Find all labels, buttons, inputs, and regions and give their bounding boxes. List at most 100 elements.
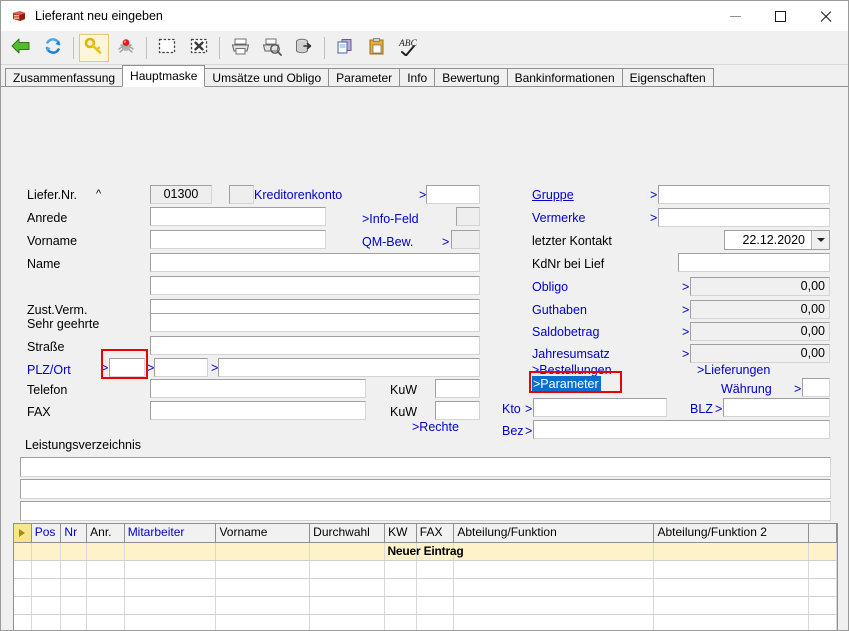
- tab-hauptmaske[interactable]: Hauptmaske: [122, 65, 205, 87]
- bez-expand-icon[interactable]: >: [525, 423, 532, 440]
- tab-eigenschaften[interactable]: Eigenschaften: [622, 68, 714, 87]
- fax-input[interactable]: [150, 401, 366, 420]
- telefon-input[interactable]: [150, 379, 366, 398]
- gruppe-expand-icon[interactable]: >: [650, 187, 657, 204]
- col-vorname[interactable]: Vorname: [216, 524, 310, 542]
- kdnr-bei-lief-input[interactable]: [678, 253, 830, 272]
- qm-bew-input[interactable]: [451, 230, 480, 249]
- maximize-button[interactable]: [758, 1, 803, 31]
- parameter-link[interactable]: >Parameter: [532, 376, 601, 392]
- blz-input[interactable]: [723, 398, 830, 417]
- kreditorenkonto-label[interactable]: Kreditorenkonto: [254, 187, 342, 204]
- spellcheck-button[interactable]: ABC: [394, 34, 424, 62]
- obligo-expand-icon[interactable]: >: [682, 279, 689, 296]
- key-button[interactable]: [79, 34, 109, 62]
- anrede-input[interactable]: [150, 207, 326, 226]
- name-input[interactable]: [150, 253, 480, 272]
- leistungsverzeichnis-line-3[interactable]: [20, 501, 831, 521]
- col-spare[interactable]: [809, 524, 837, 542]
- info-feld-input[interactable]: [456, 207, 480, 226]
- saldobetrag-label[interactable]: Saldobetrag: [532, 324, 599, 341]
- strasse-input[interactable]: [150, 336, 480, 355]
- sehr-geehrte-label: Sehr geehrte: [27, 316, 99, 333]
- jahresumsatz-label[interactable]: Jahresumsatz: [532, 346, 610, 363]
- col-durchwahl[interactable]: Durchwahl: [310, 524, 385, 542]
- close-button[interactable]: [803, 1, 848, 31]
- print-button[interactable]: [225, 34, 255, 62]
- paste-button[interactable]: [362, 34, 392, 62]
- parameter-link-wrap[interactable]: >Parameter: [532, 376, 601, 392]
- col-kw[interactable]: KW: [385, 524, 417, 542]
- waehrung-input[interactable]: [802, 378, 830, 397]
- tab-bankinformationen[interactable]: Bankinformationen: [507, 68, 623, 87]
- bez-input[interactable]: [533, 420, 830, 439]
- table-row[interactable]: [14, 579, 837, 597]
- col-pos[interactable]: Pos: [32, 524, 62, 542]
- letzter-kontakt-datepicker[interactable]: 22.12.2020: [724, 230, 830, 250]
- col-mitarbeiter[interactable]: Mitarbeiter: [125, 524, 217, 542]
- vermerke-label[interactable]: Vermerke: [532, 210, 586, 227]
- liefer-nr-label: Liefer.Nr.: [27, 187, 77, 204]
- chevron-down-icon[interactable]: [811, 231, 829, 249]
- vorname-input[interactable]: [150, 230, 326, 249]
- table-row[interactable]: [14, 561, 837, 579]
- ort-input[interactable]: [218, 358, 480, 377]
- plz-input[interactable]: [109, 358, 145, 377]
- title-bar: Lieferant neu eingeben: [1, 1, 848, 31]
- print-preview-button[interactable]: [257, 34, 287, 62]
- mitarbeiter-grid[interactable]: Pos Nr Anr. Mitarbeiter Vorname Durchwah…: [13, 523, 838, 630]
- liefer-nr-suffix-input[interactable]: [229, 185, 254, 204]
- info-feld-link[interactable]: >Info-Feld: [362, 211, 419, 228]
- lieferungen-link[interactable]: >Lieferungen: [697, 362, 770, 379]
- tab-zusammenfassung[interactable]: Zusammenfassung: [5, 68, 123, 87]
- qm-bew-expand-icon[interactable]: >: [442, 234, 449, 251]
- col-fax[interactable]: FAX: [417, 524, 455, 542]
- kto-input[interactable]: [533, 398, 667, 417]
- saldobetrag-expand-icon[interactable]: >: [682, 324, 689, 341]
- guthaben-expand-icon[interactable]: >: [682, 302, 689, 319]
- refresh-button[interactable]: [38, 34, 68, 62]
- copy-button[interactable]: [330, 34, 360, 62]
- toolbar-separator: [146, 37, 147, 59]
- back-arrow-button[interactable]: [6, 34, 36, 62]
- kuw-input-1[interactable]: [435, 379, 480, 398]
- gruppe-input[interactable]: [658, 185, 830, 204]
- leistungsverzeichnis-line-2[interactable]: [20, 479, 831, 499]
- tab-bewertung[interactable]: Bewertung: [434, 68, 507, 87]
- vermerke-input[interactable]: [658, 208, 830, 227]
- grid-new-entry-row[interactable]: Neuer Eintrag: [14, 543, 837, 561]
- ort-code-input[interactable]: [154, 358, 208, 377]
- kreditorenkonto-input[interactable]: [426, 185, 480, 204]
- form-area: Liefer.Nr. ^ Anrede Vorname Name Zust.Ve…: [1, 87, 848, 630]
- plz-expand-icon[interactable]: >: [101, 360, 108, 377]
- jahresumsatz-expand-icon[interactable]: >: [682, 346, 689, 363]
- rechte-link[interactable]: >Rechte: [412, 419, 459, 436]
- gruppe-label[interactable]: Gruppe: [532, 187, 574, 204]
- bug-button[interactable]: [111, 34, 141, 62]
- select-rect-button[interactable]: [152, 34, 182, 62]
- table-row[interactable]: [14, 597, 837, 615]
- sehr-geehrte-input[interactable]: [150, 313, 480, 332]
- blz-expand-icon[interactable]: >: [715, 401, 722, 418]
- col-abteilung-funktion[interactable]: Abteilung/Funktion: [454, 524, 654, 542]
- tab-info[interactable]: Info: [399, 68, 435, 87]
- table-row[interactable]: [14, 615, 837, 630]
- vermerke-expand-icon[interactable]: >: [650, 210, 657, 227]
- export-db-button[interactable]: [289, 34, 319, 62]
- leistungsverzeichnis-line-1[interactable]: [20, 457, 831, 477]
- kto-expand-icon[interactable]: >: [525, 401, 532, 418]
- col-abteilung-funktion-2[interactable]: Abteilung/Funktion 2: [654, 524, 809, 542]
- kuw-input-2[interactable]: [435, 401, 480, 420]
- waehrung-expand-icon[interactable]: >: [794, 381, 801, 398]
- guthaben-label[interactable]: Guthaben: [532, 302, 587, 319]
- obligo-label[interactable]: Obligo: [532, 279, 568, 296]
- col-anr[interactable]: Anr.: [87, 524, 125, 542]
- col-nr[interactable]: Nr: [61, 524, 87, 542]
- name2-input[interactable]: [150, 276, 480, 295]
- tab-umsaetze-und-obligo[interactable]: Umsätze und Obligo: [204, 68, 329, 87]
- tab-parameter[interactable]: Parameter: [328, 68, 400, 87]
- delete-rect-button[interactable]: [184, 34, 214, 62]
- minimize-button[interactable]: [713, 1, 758, 31]
- liefer-nr-input[interactable]: 01300: [150, 185, 212, 204]
- telefon-label: Telefon: [27, 382, 67, 399]
